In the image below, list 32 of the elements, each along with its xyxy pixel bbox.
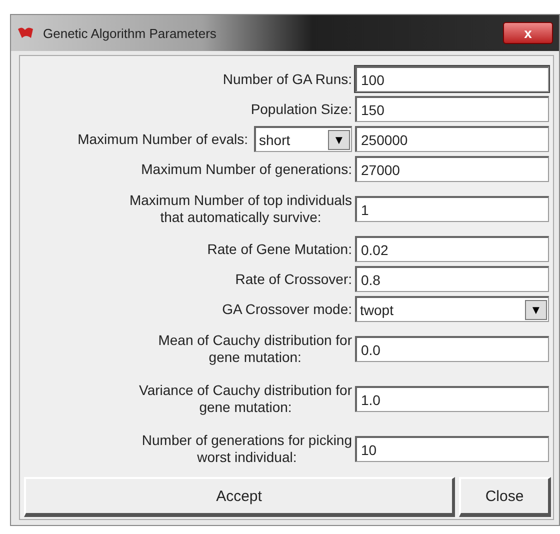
dropdown[interactable]: short ▼ xyxy=(254,126,352,152)
window-title: Genetic Algorithm Parameters xyxy=(43,26,216,40)
field-label: Population Size: xyxy=(250,100,352,118)
field-label: Number of GA Runs: xyxy=(222,70,352,88)
input-field[interactable]: 250000 xyxy=(355,126,549,152)
field-label: Rate of Gene Mutation: xyxy=(207,240,352,258)
input-field[interactable]: 100 xyxy=(355,66,549,92)
dropdown-value: short xyxy=(258,132,292,148)
field-label: Number of generations for picking worst individual: xyxy=(142,432,352,466)
dropdown-arrow-button[interactable]: ▼ xyxy=(525,300,547,320)
input-field[interactable]: 0.8 xyxy=(355,266,549,292)
accept-button[interactable]: Accept xyxy=(24,477,455,517)
input-field[interactable]: 150 xyxy=(355,96,549,122)
dropdown-value: twopt xyxy=(359,302,394,318)
dropdown[interactable]: twopt ▼ xyxy=(355,296,549,322)
field-label: Rate of Crossover: xyxy=(235,270,352,288)
field-label: Maximum Number of top individuals that automatically survive: xyxy=(129,192,352,226)
field-label: Mean of Cauchy distribution for gene mutation: xyxy=(158,332,352,366)
dropdown-arrow-button[interactable]: ▼ xyxy=(328,130,350,150)
input-field[interactable]: 1 xyxy=(355,196,549,222)
field-label: GA Crossover mode: xyxy=(222,300,352,318)
close-button[interactable]: Close xyxy=(459,477,551,517)
input-field[interactable]: 0.02 xyxy=(355,236,549,262)
input-field[interactable]: 27000 xyxy=(355,156,549,182)
window-close-button[interactable]: x xyxy=(503,22,553,44)
field-label: Variance of Cauchy distribution for gene mutation: xyxy=(139,382,352,416)
input-field[interactable]: 0.0 xyxy=(355,336,549,362)
field-label: Maximum Number of generations: xyxy=(141,160,352,178)
input-field[interactable]: 1.0 xyxy=(355,386,549,412)
input-field[interactable]: 10 xyxy=(355,436,549,462)
app-icon xyxy=(17,26,35,40)
field-label: Maximum Number of evals: xyxy=(78,130,248,148)
